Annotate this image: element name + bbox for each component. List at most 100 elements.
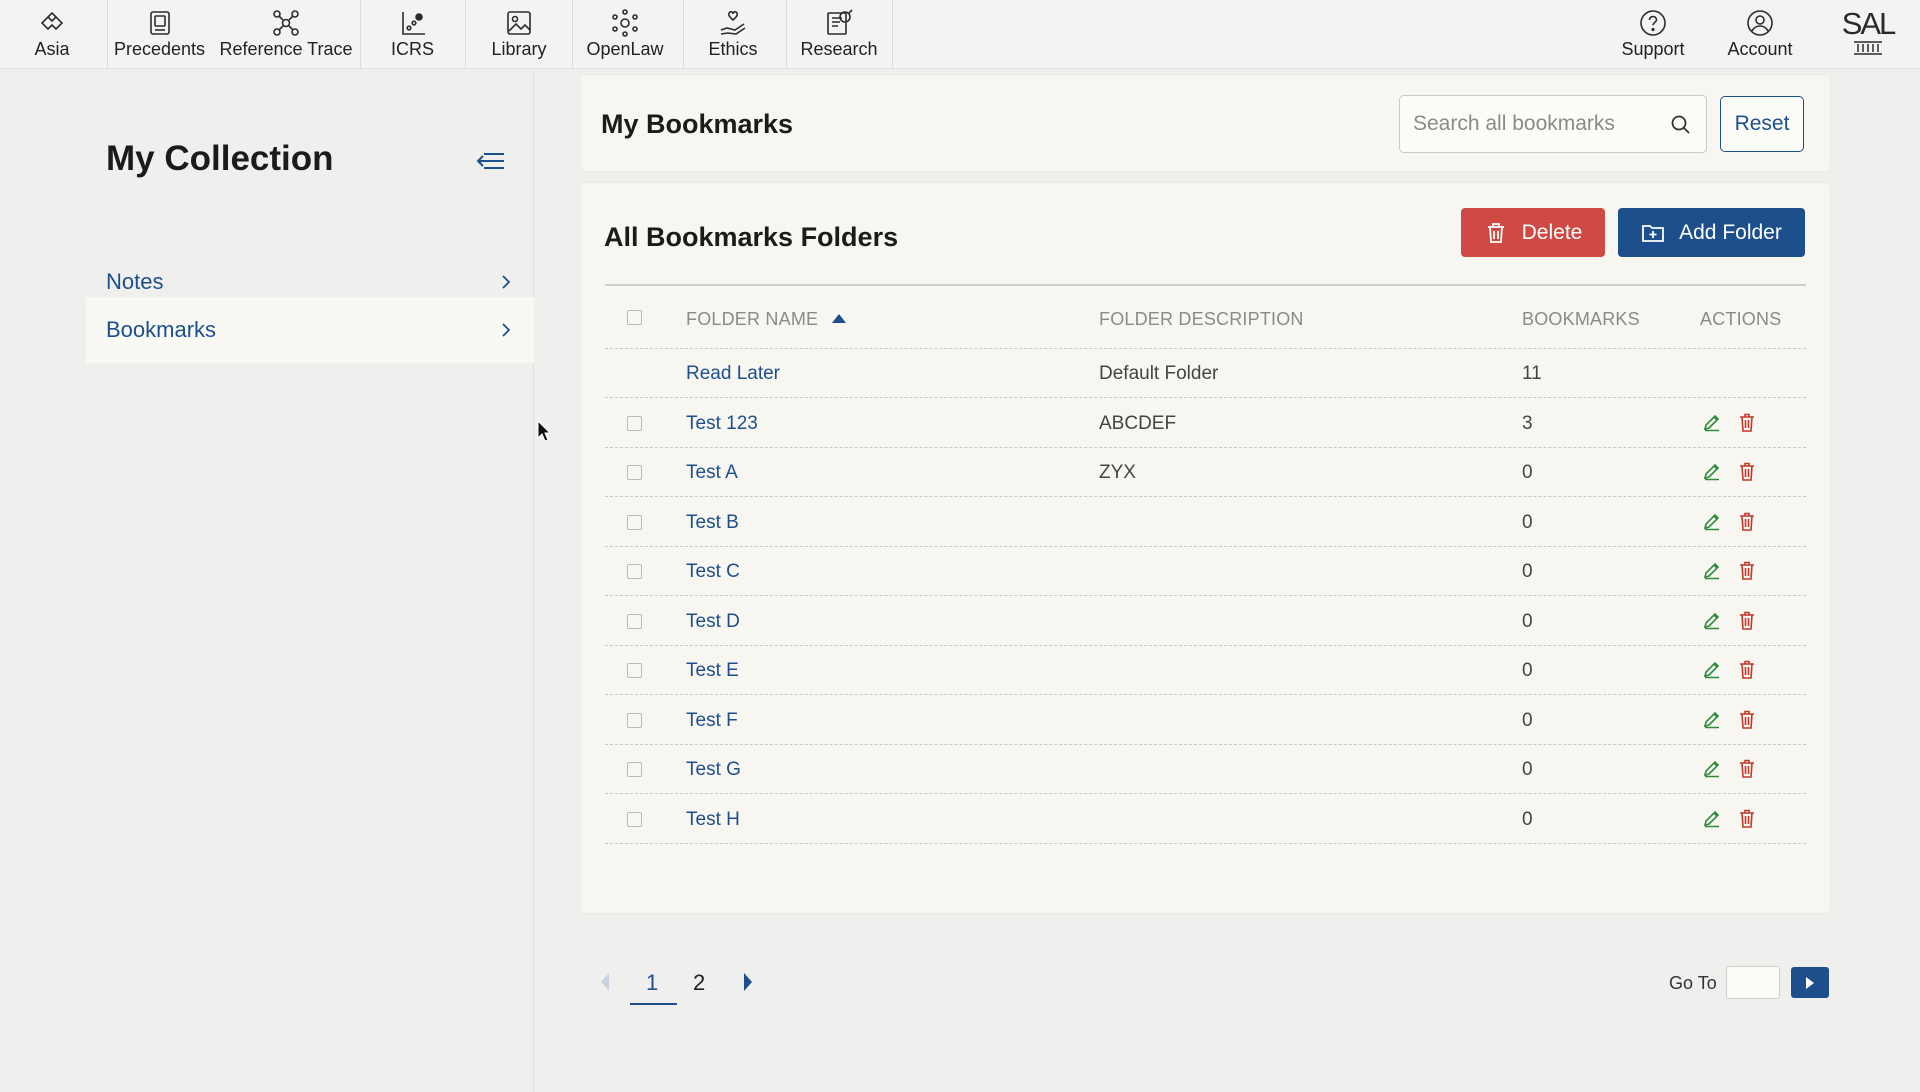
trash-icon[interactable] bbox=[1737, 610, 1757, 631]
nav-item-account[interactable]: Account bbox=[1724, 0, 1796, 69]
bookmark-count: 0 bbox=[1522, 462, 1533, 483]
row-checkbox[interactable] bbox=[627, 811, 642, 827]
sidebar-item-label: Bookmarks bbox=[106, 317, 217, 342]
table-row: Test 123 ABCDEF 3 bbox=[605, 399, 1806, 448]
page-title: My Bookmarks bbox=[601, 109, 794, 139]
sidebar-title: My Collection bbox=[106, 139, 334, 178]
nav-item-research[interactable]: Research bbox=[800, 0, 878, 69]
edit-icon[interactable] bbox=[1702, 412, 1722, 432]
trash-icon[interactable] bbox=[1737, 808, 1757, 829]
column-header-folder-name[interactable]: FOLDER NAME bbox=[686, 309, 847, 330]
asia-icon bbox=[40, 11, 64, 31]
folder-name-link[interactable]: Test B bbox=[686, 512, 739, 534]
folder-name-link[interactable]: Test E bbox=[686, 660, 739, 682]
nav-item-reference-trace[interactable]: Reference Trace bbox=[218, 0, 354, 69]
column-header-bookmarks: BOOKMARKS bbox=[1522, 309, 1640, 329]
reference-trace-icon bbox=[273, 10, 299, 36]
table-header: FOLDER NAME FOLDER DESCRIPTION BOOKMARKS… bbox=[605, 286, 1806, 349]
nav-item-asia[interactable]: Asia bbox=[22, 0, 82, 69]
edit-icon[interactable] bbox=[1702, 709, 1722, 729]
row-checkbox[interactable] bbox=[627, 663, 642, 678]
goto-page-button[interactable] bbox=[1791, 967, 1829, 998]
folder-name-link[interactable]: Test H bbox=[686, 809, 740, 831]
bookmark-count: 0 bbox=[1522, 759, 1533, 780]
column-header-actions: ACTIONS bbox=[1700, 309, 1782, 329]
table-row: Test G 0 bbox=[605, 745, 1806, 794]
reset-button[interactable]: Reset bbox=[1720, 96, 1804, 152]
folder-name-link[interactable]: Test C bbox=[686, 561, 740, 583]
trash-icon[interactable] bbox=[1737, 709, 1757, 730]
edit-icon[interactable] bbox=[1702, 808, 1722, 828]
folder-description: Default Folder bbox=[1099, 363, 1219, 384]
row-checkbox[interactable] bbox=[627, 514, 642, 530]
sidebar-item-bookmarks[interactable]: Bookmarks bbox=[86, 297, 534, 363]
folder-name-link[interactable]: Test D bbox=[686, 611, 740, 633]
collapse-sidebar-icon[interactable] bbox=[474, 146, 508, 176]
edit-icon[interactable] bbox=[1702, 758, 1722, 778]
ethics-icon bbox=[720, 10, 746, 35]
trash-icon[interactable] bbox=[1737, 758, 1757, 779]
sal-logo[interactable]: SAL bbox=[1840, 8, 1896, 56]
edit-icon[interactable] bbox=[1702, 560, 1722, 580]
search-icon[interactable] bbox=[1670, 114, 1692, 136]
bookmarks-header-card: My Bookmarks Reset bbox=[581, 75, 1830, 171]
bookmark-count: 0 bbox=[1522, 610, 1533, 632]
nav-item-openlaw[interactable]: OpenLaw bbox=[585, 0, 665, 69]
next-page-icon[interactable] bbox=[740, 970, 756, 994]
top-nav: Asia Precedents Reference Trace ICRS Lib… bbox=[0, 0, 1920, 69]
table-row: Test D 0 bbox=[605, 597, 1806, 646]
nav-divider bbox=[360, 0, 361, 69]
chevron-right-icon bbox=[502, 323, 511, 337]
active-page-indicator bbox=[630, 1003, 677, 1005]
row-checkbox[interactable] bbox=[627, 415, 642, 431]
account-icon bbox=[1747, 10, 1773, 36]
bookmark-count: 0 bbox=[1522, 808, 1533, 830]
nav-label: Research bbox=[800, 39, 878, 59]
nav-label: Library bbox=[491, 39, 547, 59]
edit-icon[interactable] bbox=[1702, 511, 1722, 531]
row-checkbox[interactable] bbox=[627, 613, 642, 629]
edit-icon[interactable] bbox=[1702, 461, 1722, 481]
previous-page-icon[interactable] bbox=[597, 970, 613, 994]
trash-icon[interactable] bbox=[1737, 511, 1757, 532]
nav-item-precedents[interactable]: Precedents bbox=[112, 0, 207, 69]
delete-label: Delete bbox=[1521, 220, 1583, 244]
nav-item-icrs[interactable]: ICRS bbox=[385, 0, 440, 69]
column-header-folder-description: FOLDER DESCRIPTION bbox=[1099, 309, 1304, 329]
edit-icon[interactable] bbox=[1702, 610, 1722, 630]
folder-name-link[interactable]: Read Later bbox=[686, 363, 780, 385]
folders-table-card: All Bookmarks Folders Delete Add Folder … bbox=[581, 183, 1830, 913]
nav-label: Reference Trace bbox=[219, 39, 353, 59]
nav-divider bbox=[465, 0, 466, 69]
goto-page-input[interactable] bbox=[1726, 966, 1780, 999]
select-all-checkbox[interactable] bbox=[627, 310, 642, 325]
row-checkbox[interactable] bbox=[627, 465, 642, 480]
row-checkbox[interactable] bbox=[627, 564, 642, 579]
trash-icon[interactable] bbox=[1737, 659, 1757, 680]
folder-name-link[interactable]: Test 123 bbox=[686, 413, 758, 435]
edit-icon[interactable] bbox=[1702, 659, 1722, 679]
row-checkbox[interactable] bbox=[627, 762, 642, 777]
search-input[interactable] bbox=[1413, 112, 1653, 136]
nav-label: ICRS bbox=[390, 39, 434, 59]
trash-icon[interactable] bbox=[1737, 560, 1757, 581]
sidebar: My Collection Notes Bookmarks bbox=[0, 69, 534, 1092]
bookmark-count: 0 bbox=[1522, 561, 1533, 582]
trash-icon[interactable] bbox=[1737, 461, 1757, 482]
add-folder-button[interactable]: Add Folder bbox=[1618, 208, 1805, 257]
sidebar-item-label: Notes bbox=[106, 268, 164, 294]
folder-name-link[interactable]: Test A bbox=[686, 462, 738, 484]
table-row: Test B 0 bbox=[605, 498, 1806, 547]
nav-item-support[interactable]: Support bbox=[1619, 0, 1687, 69]
page-1[interactable]: 1 bbox=[646, 970, 658, 996]
page-2[interactable]: 2 bbox=[693, 970, 705, 996]
pillar-icon bbox=[1854, 41, 1882, 55]
delete-button[interactable]: Delete bbox=[1461, 208, 1605, 257]
folder-name-link[interactable]: Test G bbox=[686, 759, 741, 781]
nav-item-library[interactable]: Library bbox=[487, 0, 551, 69]
trash-icon[interactable] bbox=[1737, 412, 1757, 433]
nav-item-ethics[interactable]: Ethics bbox=[703, 0, 763, 69]
library-icon bbox=[507, 11, 531, 35]
folder-name-link[interactable]: Test F bbox=[686, 710, 738, 732]
row-checkbox[interactable] bbox=[627, 712, 642, 728]
